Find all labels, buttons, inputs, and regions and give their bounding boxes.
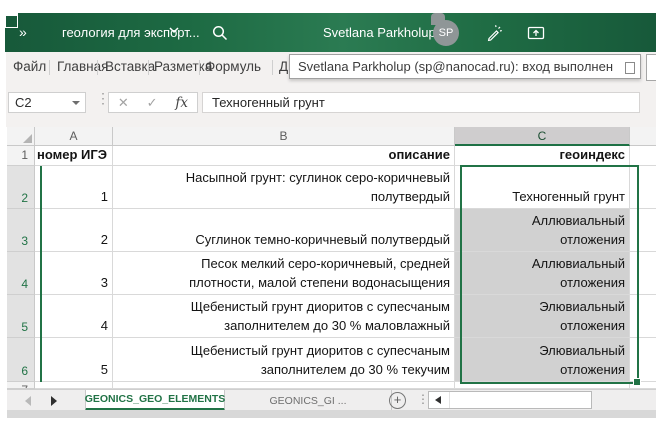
cell-B6[interactable]: Щебенистый грунт диоритов с супесчаным з… — [113, 338, 455, 382]
tab-formulas[interactable]: Формуль — [205, 52, 261, 82]
tab-data[interactable]: Д — [279, 52, 288, 82]
cell-D5[interactable] — [630, 295, 656, 338]
ribbon-display-options-icon[interactable] — [527, 24, 545, 42]
cell-C2-active[interactable]: Техногенный грунт — [455, 166, 630, 209]
select-all-triangle-icon — [23, 134, 32, 143]
avatar[interactable]: SP — [433, 20, 459, 46]
cell-B5[interactable]: Щебенистый грунт диоритов с супесчаным з… — [113, 295, 455, 338]
draw-pen-icon[interactable] — [485, 24, 503, 42]
row-2: 2 1 Насыпной грунт: суглинок серо-коричн… — [7, 166, 656, 209]
cell-D1[interactable] — [630, 146, 656, 166]
cell-A1[interactable]: номер ИГЭ — [35, 146, 113, 166]
column-header-d-sliver[interactable] — [630, 127, 656, 146]
status-bar-sliver — [7, 410, 656, 418]
sheet-tab-geonics-gi[interactable]: GEONICS_GI ... — [225, 390, 392, 411]
cell-B3[interactable]: Суглинок темно-коричневый полутвердый — [113, 209, 455, 252]
name-box[interactable]: C2 — [8, 92, 86, 113]
cell-B7[interactable] — [113, 382, 455, 389]
column-header-row: A B C — [7, 127, 656, 146]
select-all-corner[interactable] — [7, 127, 35, 146]
cell-A3[interactable]: 2 — [35, 209, 113, 252]
row-7-partial: 7 — [7, 382, 656, 389]
account-user-name[interactable]: Svetlana Parkholup — [323, 13, 436, 52]
row-header-4[interactable]: 4 — [7, 252, 35, 295]
row-header-5[interactable]: 5 — [7, 295, 35, 338]
cell-C5[interactable]: Элювиальный отложения — [455, 295, 630, 338]
formula-buttons: ✕ ✓ fx — [108, 92, 198, 113]
row-1: 1 номер ИГЭ описание геоиндекс — [7, 146, 656, 166]
cell-A5[interactable]: 4 — [35, 295, 113, 338]
sheet-nav-right-icon[interactable] — [51, 396, 57, 406]
signin-status-tooltip: Svetlana Parkholup (sp@nanocad.ru): вход… — [289, 54, 641, 79]
search-icon[interactable] — [211, 24, 229, 42]
signin-status-text: Svetlana Parkholup (sp@nanocad.ru): вход… — [298, 59, 613, 74]
cancel-icon[interactable]: ✕ — [118, 95, 129, 111]
scroll-left-icon[interactable] — [435, 396, 441, 404]
add-sheet-button[interactable]: + — [389, 392, 406, 409]
excel-window: » геология для экспорт... Svetlana Parkh… — [0, 0, 656, 436]
cell-C1[interactable]: геоиндекс — [455, 146, 630, 166]
cell-B1[interactable]: описание — [113, 146, 455, 166]
row-6: 6 5 Щебенистый грунт диоритов с супесчан… — [7, 338, 656, 382]
row-header-2[interactable]: 2 — [7, 166, 35, 209]
row-4: 4 3 Песок мелкий серо-коричневый, средне… — [7, 252, 656, 295]
sheet-tab-geonics-geo-elements[interactable]: GEONICS_GEO_ELEMENTS — [85, 390, 225, 411]
formula-bar: C2 ⋮ ✕ ✓ fx Техногенный грунт — [6, 82, 656, 127]
row-header-1[interactable]: 1 — [7, 146, 35, 166]
row-5: 5 4 Щебенистый грунт диоритов с супесчан… — [7, 295, 656, 338]
tab-home[interactable]: Главная — [57, 52, 108, 82]
cell-A2[interactable]: 1 — [35, 166, 113, 209]
scrollbar-divider — [449, 392, 450, 408]
row-header-7[interactable]: 7 — [7, 382, 35, 389]
tooltip-window-icon — [625, 62, 635, 74]
chevron-down-icon[interactable] — [72, 101, 80, 105]
menu-separator — [199, 60, 200, 75]
cell-C4[interactable]: Аллювиальный отложения — [455, 252, 630, 295]
menu-separator — [148, 60, 149, 75]
column-header-a[interactable]: A — [35, 127, 113, 146]
cell-D6[interactable] — [630, 338, 656, 382]
column-header-b[interactable]: B — [113, 127, 455, 146]
menu-separator — [97, 60, 98, 75]
horizontal-scrollbar[interactable] — [428, 391, 592, 409]
cell-A4[interactable]: 3 — [35, 252, 113, 295]
cell-D7[interactable] — [630, 382, 656, 389]
sheet-nav-left-icon[interactable] — [25, 396, 31, 406]
row-3: 3 2 Суглинок темно-коричневый полутверды… — [7, 209, 656, 252]
active-cell-reference: C2 — [15, 95, 32, 110]
maximize-button[interactable] — [5, 15, 18, 28]
cell-B4[interactable]: Песок мелкий серо-коричневый, средней пл… — [113, 252, 455, 295]
column-header-c[interactable]: C — [455, 127, 630, 146]
tab-file[interactable]: Файл — [13, 52, 46, 82]
row-header-6[interactable]: 6 — [7, 338, 35, 382]
menu-separator — [272, 60, 273, 75]
cell-D4[interactable] — [630, 252, 656, 295]
insert-function-icon[interactable]: fx — [175, 95, 188, 111]
cropped-popup-fragment — [646, 54, 656, 81]
cell-D2[interactable] — [630, 166, 656, 209]
cell-A6[interactable]: 5 — [35, 338, 113, 382]
selected-rows-indicator — [40, 166, 42, 382]
chevron-down-icon[interactable] — [168, 26, 180, 34]
cell-C6[interactable]: Элювиальный отложения — [455, 338, 630, 382]
cell-A7[interactable] — [35, 382, 113, 389]
tab-layout[interactable]: Разметка — [154, 52, 212, 82]
enter-icon[interactable]: ✓ — [147, 95, 158, 111]
menu-separator — [49, 60, 50, 75]
sheet-tab-bar: GEONICS_GEO_ELEMENTS GEONICS_GI ... + ⋮ — [7, 389, 656, 411]
cell-C7[interactable] — [455, 382, 630, 389]
cell-D3[interactable] — [630, 209, 656, 252]
title-bar: » геология для экспорт... Svetlana Parkh… — [5, 13, 656, 52]
cell-C3[interactable]: Аллювиальный отложения — [455, 209, 630, 252]
cell-B2[interactable]: Насыпной грунт: суглинок серо-коричневый… — [113, 166, 455, 209]
quick-access-overflow-icon[interactable]: » — [19, 13, 28, 52]
formula-input[interactable]: Техногенный грунт — [202, 92, 640, 113]
row-header-3[interactable]: 3 — [7, 209, 35, 252]
